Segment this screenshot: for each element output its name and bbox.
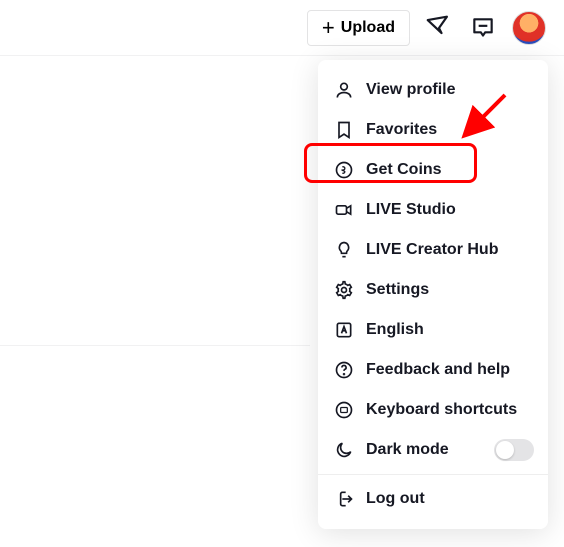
bulb-icon — [334, 240, 354, 260]
menu-label: Favorites — [366, 121, 437, 139]
menu-item-language[interactable]: English — [318, 310, 548, 350]
menu-label: English — [366, 321, 424, 339]
user-icon — [334, 80, 354, 100]
menu-item-favorites[interactable]: Favorites — [318, 110, 548, 150]
dark-mode-toggle[interactable] — [494, 439, 534, 461]
moon-icon — [334, 440, 354, 460]
separator — [318, 474, 548, 475]
menu-item-dark-mode[interactable]: Dark mode — [318, 430, 548, 470]
logout-icon — [334, 489, 354, 509]
upload-button[interactable]: + Upload — [307, 10, 410, 46]
video-icon — [334, 200, 354, 220]
menu-item-live-studio[interactable]: LIVE Studio — [318, 190, 548, 230]
menu-label: Keyboard shortcuts — [366, 401, 517, 419]
inbox-icon[interactable] — [468, 13, 498, 43]
plus-icon: + — [322, 17, 335, 39]
coin-icon — [334, 160, 354, 180]
language-icon — [334, 320, 354, 340]
menu-label: Get Coins — [366, 161, 442, 179]
help-icon — [334, 360, 354, 380]
menu-item-keyboard[interactable]: Keyboard shortcuts — [318, 390, 548, 430]
top-bar: + Upload — [0, 0, 564, 56]
avatar[interactable] — [512, 11, 546, 45]
keyboard-icon — [334, 400, 354, 420]
bookmark-icon — [334, 120, 354, 140]
menu-label: Log out — [366, 490, 425, 508]
menu-label: Settings — [366, 281, 429, 299]
menu-item-log-out[interactable]: Log out — [318, 479, 548, 519]
menu-item-feedback[interactable]: Feedback and help — [318, 350, 548, 390]
messages-icon[interactable] — [424, 13, 454, 43]
menu-label: LIVE Creator Hub — [366, 241, 498, 259]
profile-menu: View profile Favorites Get Coins LIVE St… — [318, 60, 548, 529]
menu-label: LIVE Studio — [366, 201, 456, 219]
menu-label: View profile — [366, 81, 456, 99]
menu-item-settings[interactable]: Settings — [318, 270, 548, 310]
content-panel — [0, 56, 310, 346]
gear-icon — [334, 280, 354, 300]
menu-item-live-creator-hub[interactable]: LIVE Creator Hub — [318, 230, 548, 270]
menu-item-get-coins[interactable]: Get Coins — [318, 150, 548, 190]
menu-label: Feedback and help — [366, 361, 510, 379]
menu-item-view-profile[interactable]: View profile — [318, 70, 548, 110]
upload-label: Upload — [341, 19, 395, 37]
menu-label: Dark mode — [366, 441, 449, 459]
